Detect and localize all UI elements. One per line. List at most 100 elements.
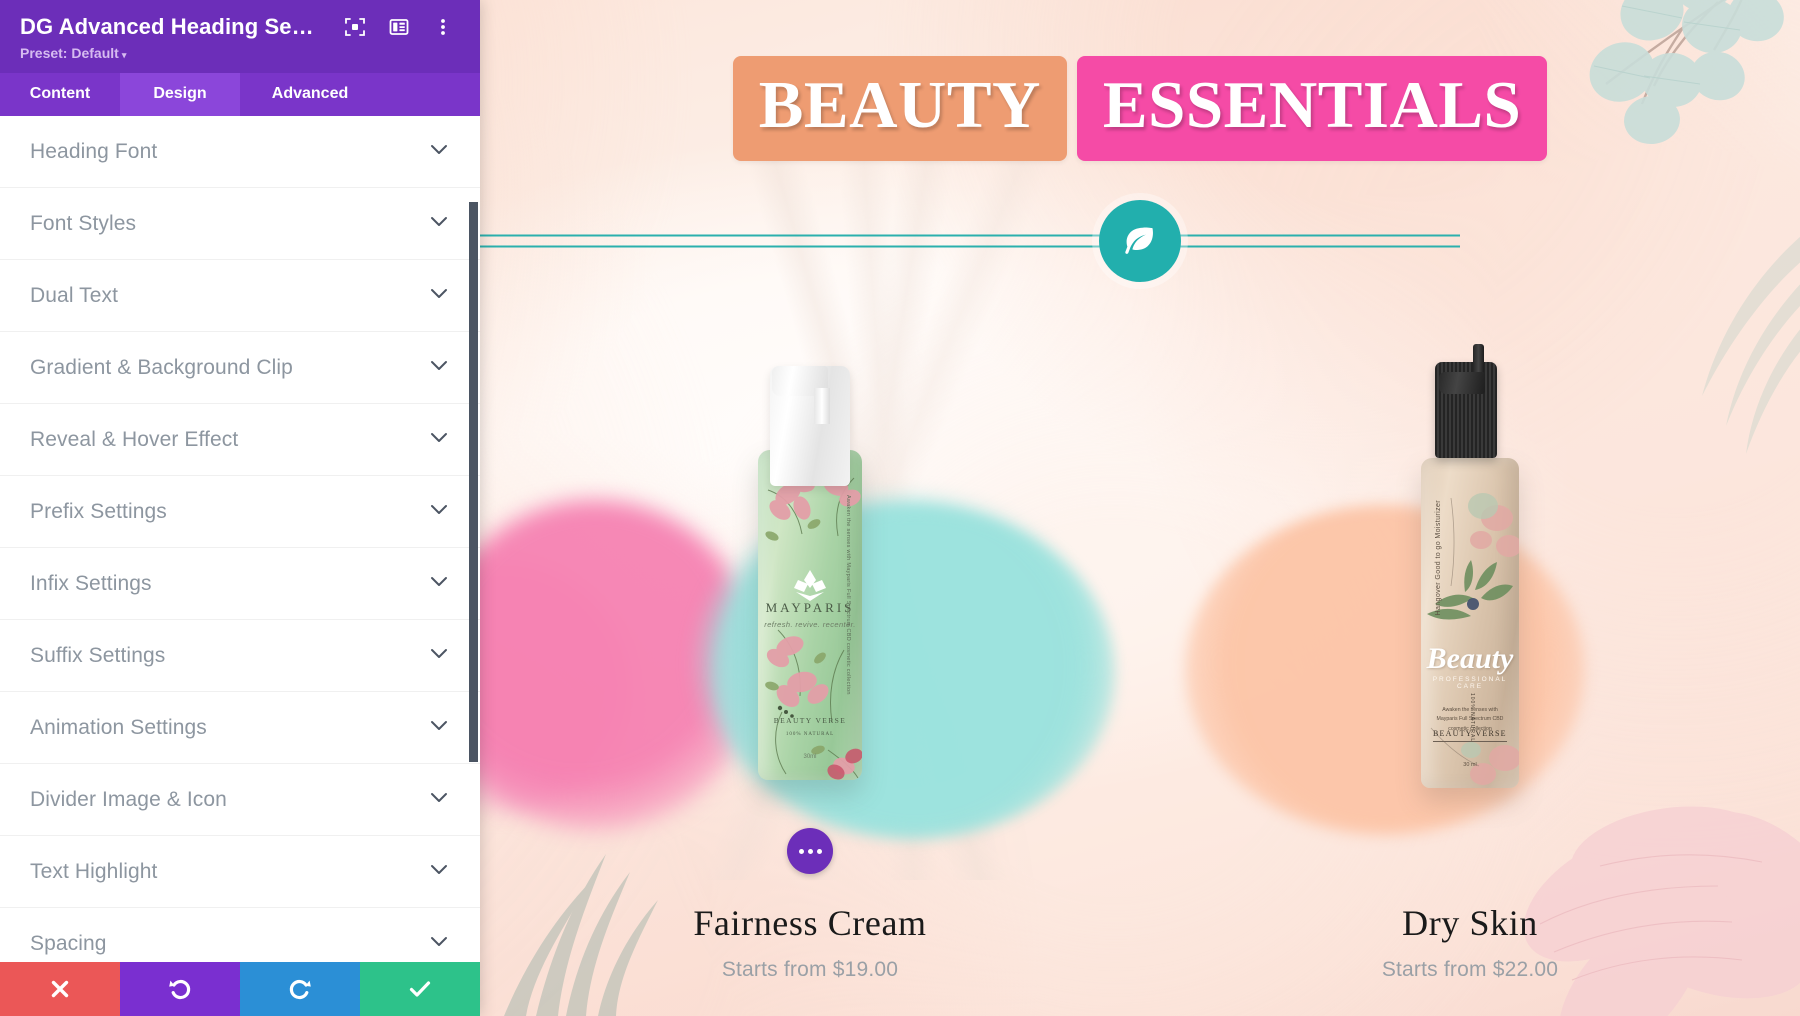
chevron-down-icon	[428, 714, 450, 741]
product-card-fairness-cream[interactable]: MAYPARIS refresh. revive. recenter. Awak…	[480, 330, 1140, 982]
heading-word-essentials: ESSENTIALS	[1076, 56, 1548, 161]
product-image-dry-skin: Hangover Good to go Moisturizer Beauty P…	[1140, 330, 1800, 890]
chevron-down-icon	[428, 858, 450, 885]
undo-icon	[169, 979, 191, 1000]
heading-word-beauty: BEAUTY	[732, 56, 1067, 161]
bottle-body: Hangover Good to go Moisturizer Beauty P…	[1421, 458, 1519, 788]
divider-icon-badge	[1099, 200, 1181, 282]
focus-icon[interactable]	[344, 16, 366, 38]
module-settings-panel: DG Advanced Heading Setti... Preset: Def…	[0, 0, 480, 1016]
focus-icon-glyph	[345, 18, 365, 36]
layout-icon-glyph	[389, 19, 409, 35]
settings-section-label: Infix Settings	[30, 571, 152, 595]
settings-section-label: Heading Font	[30, 139, 158, 163]
close-icon	[51, 980, 69, 998]
settings-section-reveal-hover-effect[interactable]: Reveal & Hover Effect	[0, 404, 480, 476]
product-price: Starts from $19.00	[721, 958, 899, 981]
tab-content[interactable]: Content	[0, 73, 120, 116]
more-options-icon[interactable]	[432, 16, 454, 38]
preset-selector[interactable]: Preset: Default ▾	[20, 45, 460, 61]
settings-section-heading-font[interactable]: Heading Font	[0, 116, 480, 188]
settings-section-label: Spacing	[30, 931, 107, 955]
bottle-script-sub: PROFESSIONAL CARE	[1432, 676, 1508, 690]
settings-section-prefix-settings[interactable]: Prefix Settings	[0, 476, 480, 548]
settings-section-label: Animation Settings	[30, 715, 207, 739]
settings-section-suffix-settings[interactable]: Suffix Settings	[0, 620, 480, 692]
lotus-logo-icon	[794, 570, 826, 601]
preset-label: Preset: Default	[20, 45, 119, 61]
drag-dots-icon	[807, 848, 813, 854]
chevron-down-icon	[428, 354, 450, 381]
bottle-footer-sub: 100% NATURAL	[785, 731, 835, 737]
settings-section-label: Divider Image & Icon	[30, 787, 227, 811]
redo-icon	[289, 979, 311, 1000]
bottle-side-text: Awaken the senses with Mayparis Full Spe…	[845, 495, 851, 695]
leaf-icon	[1125, 227, 1153, 254]
hero-heading: BEAUTY ESSENTIALS	[410, 56, 1800, 293]
settings-section-dual-text[interactable]: Dual Text	[0, 260, 480, 332]
chevron-down-icon	[428, 426, 450, 453]
divider-double-line	[410, 234, 1460, 248]
product-title: Fairness Cream	[693, 903, 927, 943]
settings-section-label: Dual Text	[30, 283, 119, 307]
bottle-footer-sub: 100% NATURAL	[1469, 692, 1475, 742]
chevron-down-icon	[428, 498, 450, 525]
panel-header-icons	[344, 16, 460, 38]
tab-design[interactable]: Design	[120, 73, 240, 116]
hero-heading-line: BEAUTY ESSENTIALS	[480, 56, 1800, 161]
panel-tabs: Content Design Advanced	[0, 73, 480, 116]
product-card-dry-skin[interactable]: Hangover Good to go Moisturizer Beauty P…	[1140, 330, 1800, 982]
panel-scrollbar-thumb[interactable]	[469, 202, 478, 762]
bottle-stem	[814, 388, 830, 424]
settings-section-text-highlight[interactable]: Text Highlight	[0, 836, 480, 908]
settings-section-gradient-background-clip[interactable]: Gradient & Background Clip	[0, 332, 480, 404]
settings-section-list: Heading Font Font Styles Dual Text Gradient…	[0, 116, 480, 962]
settings-section-spacing[interactable]: Spacing	[0, 908, 480, 962]
bottle-beauty-verse: Hangover Good to go Moisturizer Beauty P…	[1421, 338, 1519, 788]
settings-section-animation-settings[interactable]: Animation Settings	[0, 692, 480, 764]
settings-section-label: Text Highlight	[30, 859, 158, 883]
settings-section-label: Font Styles	[30, 211, 137, 235]
panel-header: DG Advanced Heading Setti... Preset: Def…	[0, 0, 480, 73]
layout-icon[interactable]	[388, 16, 410, 38]
chevron-down-icon	[428, 642, 450, 669]
settings-section-label: Reveal & Hover Effect	[30, 427, 239, 451]
bottle-body: MAYPARIS refresh. revive. recenter. Awak…	[758, 450, 862, 780]
chevron-down-icon	[428, 210, 450, 237]
settings-section-divider-image-icon[interactable]: Divider Image & Icon	[0, 764, 480, 836]
more-options-icon-glyph	[441, 19, 445, 35]
redo-button[interactable]	[240, 962, 360, 1016]
settings-section-infix-settings[interactable]: Infix Settings	[0, 548, 480, 620]
tab-advanced[interactable]: Advanced	[240, 73, 380, 116]
heading-divider	[410, 189, 1800, 293]
product-title: Dry Skin	[1402, 903, 1538, 943]
chevron-down-icon: ▾	[121, 50, 127, 60]
bottle-volume: 30 ml	[1463, 762, 1477, 768]
check-icon	[409, 981, 431, 997]
bottle-footer-brand: BEAUTY VERSE 100% NATURAL	[758, 715, 862, 738]
bottle-stem	[1473, 344, 1484, 372]
bottle-mayparis: MAYPARIS refresh. revive. recenter. Awak…	[758, 350, 862, 780]
bottle-cap	[770, 366, 850, 486]
drag-dots-icon	[798, 848, 804, 854]
settings-section-font-styles[interactable]: Font Styles	[0, 188, 480, 260]
chevron-down-icon	[428, 282, 450, 309]
cancel-button[interactable]	[0, 962, 120, 1016]
chevron-down-icon	[428, 930, 450, 957]
product-row: MAYPARIS refresh. revive. recenter. Awak…	[480, 330, 1800, 982]
panel-header-row: DG Advanced Heading Setti...	[20, 14, 460, 40]
chevron-down-icon	[428, 786, 450, 813]
chevron-down-icon	[428, 570, 450, 597]
product-image-fairness-cream: MAYPARIS refresh. revive. recenter. Awak…	[480, 330, 1140, 890]
undo-button[interactable]	[120, 962, 240, 1016]
panel-title: DG Advanced Heading Setti...	[20, 14, 320, 39]
bottle-cap	[1435, 362, 1497, 458]
settings-section-label: Suffix Settings	[30, 643, 166, 667]
module-drag-handle[interactable]	[787, 828, 833, 874]
bottle-side-text: Hangover Good to go Moisturizer	[1435, 500, 1442, 616]
bottle-volume: 30ml	[803, 754, 817, 760]
chevron-down-icon	[428, 138, 450, 165]
save-button[interactable]	[360, 962, 480, 1016]
settings-section-label: Gradient & Background Clip	[30, 355, 293, 379]
bottle-footer-name: BEAUTY VERSE	[773, 716, 847, 726]
